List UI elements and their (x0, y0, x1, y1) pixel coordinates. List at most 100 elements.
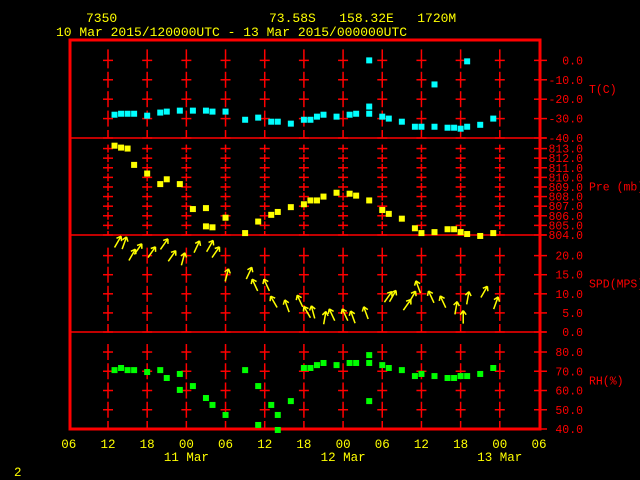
x-tick-label: 00 (179, 438, 194, 452)
wind-arrow-head (340, 308, 344, 314)
pressure-point (222, 214, 229, 221)
y-tick-label: -10.0 (548, 75, 583, 88)
x-tick-label: 06 (375, 438, 390, 452)
x-tick-label: 06 (61, 438, 76, 452)
pressure-point (398, 215, 405, 222)
y-tick-label: 15.0 (555, 270, 583, 283)
humidity-point (379, 362, 386, 369)
y-tick-label: 0.0 (562, 55, 583, 68)
temperature-point (313, 113, 320, 120)
humidity-point (287, 398, 294, 405)
humidity-point (255, 421, 262, 428)
wind-arrow (167, 249, 177, 262)
pressure-point (163, 176, 170, 183)
temperature-point (163, 108, 170, 115)
humidity-point (268, 401, 275, 408)
y-tick-label: 804.0 (548, 230, 583, 243)
wind-arrow (262, 278, 271, 292)
x-tick-label: 18 (140, 438, 155, 452)
humidity-axis-label: RH(%) (589, 376, 624, 389)
temperature-point (353, 110, 360, 117)
humidity-point (300, 364, 307, 371)
x-date-label: 13 Mar (477, 451, 522, 465)
pressure-point (209, 224, 216, 231)
y-tick-label: 70.0 (555, 366, 583, 379)
humidity-point (366, 398, 373, 405)
pressure-axis-label: Pre (mb) (589, 182, 640, 195)
humidity-point (274, 426, 281, 433)
wind-arrow (128, 248, 137, 261)
temperature-point (490, 115, 497, 122)
temperature-point (255, 114, 262, 121)
humidity-point (464, 373, 471, 380)
wind-arrow (361, 306, 369, 320)
humidity-point (398, 367, 405, 374)
temperature-point (320, 111, 327, 118)
humidity-point (209, 401, 216, 408)
pressure-point (457, 229, 464, 236)
pressure-point (385, 210, 392, 217)
humidity-point (111, 367, 118, 374)
x-tick-label: 12 (100, 438, 115, 452)
temperature-point (274, 118, 281, 125)
wind-arrow (426, 290, 435, 304)
y-tick-label: 50.0 (555, 405, 583, 418)
wind-arrow-head (413, 280, 417, 286)
y-tick-label: 80.0 (555, 347, 583, 360)
temperature-point (451, 124, 458, 131)
y-tick-label: 0.0 (562, 327, 583, 340)
humidity-point (176, 386, 183, 393)
wind-arrow (340, 308, 349, 322)
wind-arrow-head (348, 310, 352, 317)
pressure-point (366, 197, 373, 204)
pressure-point (300, 201, 307, 208)
wind-arrow (438, 295, 447, 309)
pressure-point (242, 230, 249, 237)
x-tick-label: 06 (531, 438, 546, 452)
wind-arrow (464, 291, 472, 305)
pressure-point (346, 190, 353, 197)
humidity-point (444, 374, 451, 381)
temperature-point (307, 116, 314, 123)
wind-arrow (348, 310, 356, 324)
pressure-point (477, 232, 484, 239)
pressure-point (353, 192, 360, 199)
x-tick-label: 18 (296, 438, 311, 452)
pressure-point (320, 193, 327, 200)
pressure-point (255, 218, 262, 225)
wind-arrow-head (438, 295, 441, 301)
temperature-point (144, 112, 151, 119)
pressure-point (418, 230, 425, 237)
x-tick-label: 00 (336, 438, 351, 452)
humidity-point (313, 362, 320, 369)
temperature-point (268, 118, 275, 125)
wind-arrow (492, 296, 501, 310)
temperature-point (366, 110, 373, 117)
humidity-point (242, 367, 249, 374)
pressure-point (268, 211, 275, 218)
y-tick-label: 5.0 (562, 308, 583, 321)
pressure-point (287, 204, 294, 211)
x-tick-label: 06 (218, 438, 233, 452)
pressure-point (451, 226, 458, 233)
humidity-point (144, 369, 151, 376)
pressure-point (176, 181, 183, 188)
humidity-point (385, 364, 392, 371)
temperature-point (464, 58, 471, 65)
humidity-point (431, 373, 438, 380)
humidity-point (176, 370, 183, 377)
wind-arrow-head (302, 306, 305, 312)
wind-arrow (408, 290, 417, 303)
temperature-point (431, 123, 438, 130)
humidity-point (346, 359, 353, 366)
wind-arrow (295, 294, 304, 308)
wind-arrow-head (426, 290, 430, 297)
humidity-point (163, 374, 170, 381)
wind-arrow-head (282, 299, 286, 305)
temperature-point (209, 108, 216, 115)
temperature-point (444, 124, 451, 131)
humidity-point (255, 383, 262, 390)
temperature-point (189, 107, 196, 114)
pressure-point (274, 208, 281, 215)
temperature-point (418, 123, 425, 130)
